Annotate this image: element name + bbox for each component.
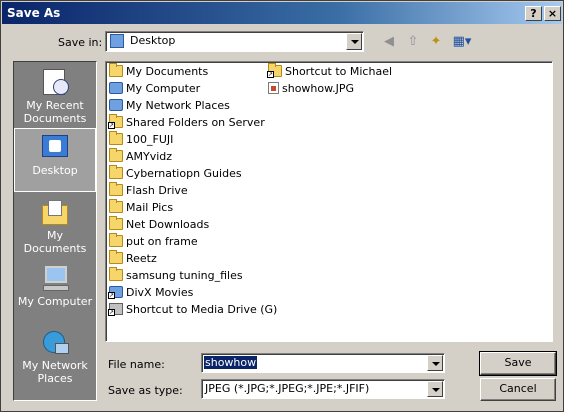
file-name-input[interactable]: showhow: [201, 353, 445, 373]
list-item[interactable]: My Computer: [109, 80, 200, 97]
chevron-down-icon[interactable]: [427, 355, 443, 371]
close-button[interactable]: ×: [544, 6, 561, 21]
place-my-documents[interactable]: My Documents: [14, 194, 96, 258]
back-icon[interactable]: ◀: [379, 33, 399, 51]
folder-icon: [109, 63, 123, 77]
desktop-icon: [110, 34, 124, 48]
computer-icon: [109, 82, 123, 94]
window-title: Save As: [7, 6, 61, 20]
file-name-value: showhow: [204, 356, 258, 369]
file-name-label: File name:: [108, 358, 165, 371]
list-item[interactable]: Cybernatiopn Guides: [109, 165, 242, 182]
views-menu-icon[interactable]: ▦▾: [450, 33, 474, 51]
list-item[interactable]: 100_FUJI: [109, 131, 173, 148]
my-documents-icon: [39, 197, 71, 227]
new-folder-icon[interactable]: ✦: [426, 33, 446, 51]
save-as-type-label: Save as type:: [108, 384, 183, 397]
list-item[interactable]: ↗ Shared Folders on Server: [108, 114, 265, 131]
list-item[interactable]: ↗ Shortcut to Michael: [267, 63, 392, 80]
shortcut-icon: ↗: [108, 286, 123, 299]
list-item[interactable]: samsung tuning_files: [109, 267, 243, 284]
save-button[interactable]: Save: [479, 351, 557, 376]
list-item[interactable]: put on frame: [109, 233, 198, 250]
folder-icon: [109, 199, 123, 213]
folder-icon: [109, 182, 123, 196]
save-in-value: Desktop: [130, 34, 176, 47]
shortcut-folder-icon: ↗: [267, 63, 282, 78]
list-item[interactable]: My Documents: [109, 63, 208, 80]
folder-icon: [109, 148, 123, 162]
list-item[interactable]: Mail Pics: [109, 199, 173, 216]
folder-icon: [109, 267, 123, 281]
save-as-type-dropdown[interactable]: JPEG (*.JPG;*.JPEG;*.JPE;*.JFIF): [201, 379, 445, 399]
place-label: My Documents: [23, 229, 87, 255]
network-places-icon: [39, 327, 71, 357]
list-item[interactable]: ↗ DivX Movies: [108, 284, 193, 301]
places-bar: My Recent Documents Desktop My Documents…: [13, 61, 97, 401]
list-item[interactable]: Net Downloads: [109, 216, 209, 233]
list-item[interactable]: ↗ Shortcut to Media Drive (G): [108, 301, 277, 318]
place-recent-documents[interactable]: My Recent Documents: [14, 64, 96, 128]
title-bar[interactable]: Save As ? ×: [2, 2, 562, 24]
chevron-down-icon[interactable]: [427, 381, 443, 397]
recent-documents-icon: [39, 67, 71, 97]
save-as-type-value: JPEG (*.JPG;*.JPEG;*.JPE;*.JFIF): [205, 382, 370, 395]
save-in-dropdown[interactable]: Desktop: [105, 31, 364, 52]
my-computer-icon: [39, 263, 71, 293]
up-folder-icon[interactable]: ⇧: [403, 33, 423, 51]
place-desktop[interactable]: Desktop: [14, 128, 96, 192]
folder-icon: [109, 131, 123, 145]
network-icon: [109, 99, 123, 111]
place-label: My Recent Documents: [23, 99, 87, 125]
place-my-computer[interactable]: My Computer: [14, 260, 96, 324]
place-label: My Network Places: [22, 359, 88, 385]
desktop-icon: [39, 132, 71, 162]
folder-icon: [109, 165, 123, 179]
folder-icon: [109, 233, 123, 247]
drive-shortcut-icon: ↗: [108, 303, 123, 316]
list-item[interactable]: My Network Places: [109, 97, 230, 114]
list-item[interactable]: showhow.JPG: [268, 80, 354, 97]
file-list[interactable]: My Documents My Computer My Network Plac…: [105, 61, 553, 342]
cancel-button[interactable]: Cancel: [480, 378, 556, 401]
place-network[interactable]: My Network Places: [14, 324, 96, 398]
list-item[interactable]: Reetz: [109, 250, 157, 267]
shortcut-folder-icon: ↗: [108, 114, 123, 129]
list-item[interactable]: AMYvidz: [109, 148, 172, 165]
folder-icon: [109, 216, 123, 230]
list-item[interactable]: Flash Drive: [109, 182, 188, 199]
place-label: My Computer: [17, 295, 93, 308]
image-file-icon: [268, 82, 279, 94]
save-as-dialog: Save As ? × Save in: Desktop ◀ ⇧ ✦ ▦▾ My…: [0, 0, 564, 412]
folder-icon: [109, 250, 123, 264]
help-button[interactable]: ?: [525, 6, 542, 21]
save-in-label: Save in:: [58, 36, 103, 49]
chevron-down-icon[interactable]: [346, 33, 362, 50]
place-label: Desktop: [32, 164, 78, 177]
